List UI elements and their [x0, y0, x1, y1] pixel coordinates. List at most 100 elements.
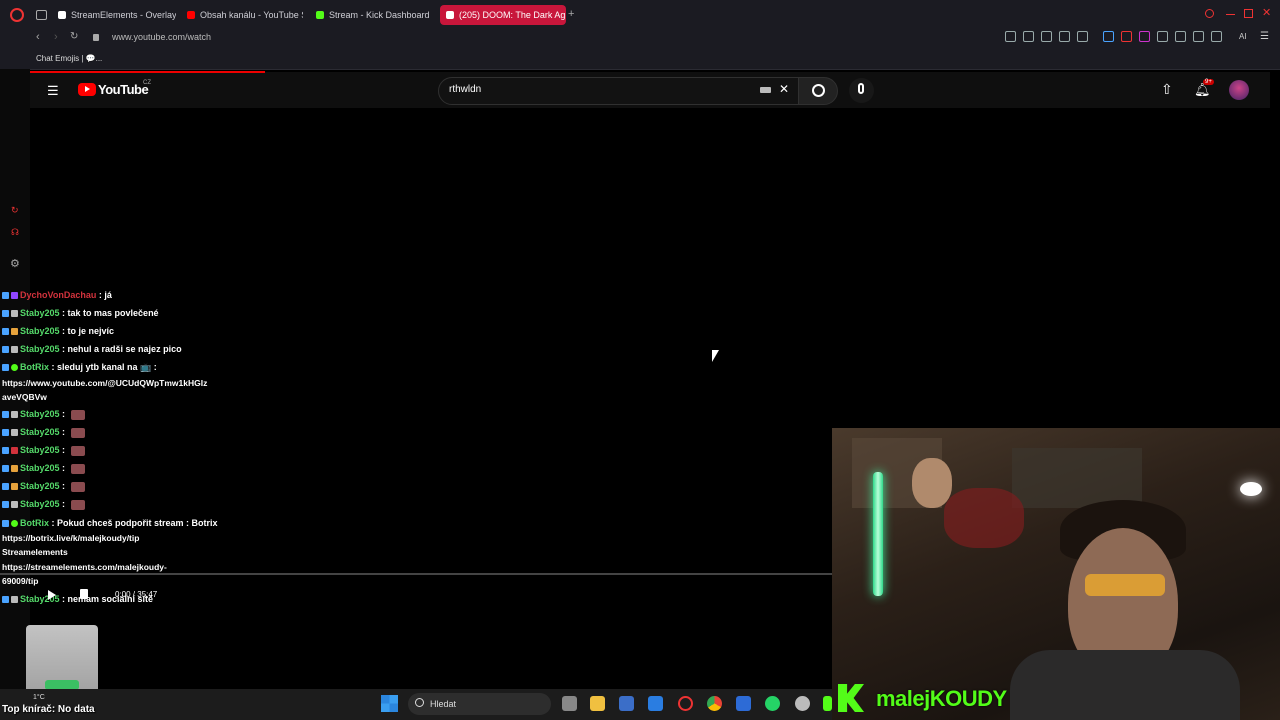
tab-overview-icon[interactable]	[36, 10, 47, 20]
avatar[interactable]	[1229, 80, 1249, 100]
minimize-button[interactable]	[1226, 14, 1235, 15]
video-progress-bar[interactable]	[0, 573, 832, 575]
play-button[interactable]	[48, 590, 56, 600]
streamelements-favicon-icon	[58, 11, 66, 19]
chat-badge-icon	[2, 346, 9, 354]
emote-icon	[70, 463, 85, 474]
chat-link[interactable]: 69009/tip	[2, 576, 38, 586]
chat-username: Staby205	[20, 308, 60, 318]
forward-icon[interactable]: ›	[54, 31, 58, 43]
toolbar-ai-label[interactable]: AI	[1239, 32, 1247, 41]
shield-icon[interactable]	[1041, 31, 1052, 42]
chat-badge-icon	[2, 411, 9, 419]
tab-label: Obsah kanálu - YouTube S	[200, 10, 303, 20]
chat-badge-icon	[2, 310, 9, 318]
snapshot-icon[interactable]	[1023, 31, 1034, 42]
tab-streamelements[interactable]: StreamElements - Overlay	[58, 5, 176, 25]
tab-youtube-studio[interactable]: Obsah kanálu - YouTube S	[187, 5, 303, 25]
chat-username: Staby205	[20, 499, 60, 509]
sub-badge-icon	[11, 501, 18, 509]
youtube-favicon-icon	[446, 11, 454, 19]
chat-username: Staby205	[20, 409, 60, 419]
tab-kick-dashboard[interactable]: Stream - Kick Dashboard	[316, 5, 434, 25]
kick-app-icon[interactable]	[823, 696, 832, 711]
chat-text: : sleduj ytb kanal na 📺 :	[49, 362, 157, 372]
voice-search-button[interactable]	[849, 78, 874, 103]
lightsaber-lamp	[873, 472, 883, 596]
task-view-icon[interactable]	[562, 696, 577, 711]
maximize-button[interactable]	[1244, 9, 1253, 18]
menu-icon[interactable]: ☰	[1260, 31, 1269, 42]
chat-separator: :	[59, 481, 68, 491]
search-tabs-icon[interactable]	[1205, 9, 1214, 18]
chat-message: Staby205 :	[2, 499, 85, 510]
pin-icon[interactable]	[1005, 31, 1016, 42]
volume-icon[interactable]	[80, 589, 88, 599]
weather-temp[interactable]: 1°C	[33, 694, 45, 701]
search-icon	[415, 698, 424, 707]
chat-link[interactable]: https://streamelements.com/malejkoudy-	[2, 562, 167, 572]
new-tab-button[interactable]: +	[568, 8, 574, 20]
tab-label: Stream - Kick Dashboard	[329, 10, 430, 20]
lock-icon	[93, 34, 99, 41]
back-icon[interactable]: ‹	[36, 31, 40, 43]
chat-username: BotRix	[20, 362, 49, 372]
chat-separator: :	[59, 463, 68, 473]
chat-badge-icon	[2, 429, 9, 437]
chatgpt-icon[interactable]	[795, 696, 810, 711]
opera-taskbar-icon[interactable]	[678, 696, 693, 711]
close-window-button[interactable]: ✕	[1262, 6, 1271, 19]
whatsapp-icon[interactable]	[765, 696, 780, 711]
search-query-text[interactable]: rthwldn	[449, 84, 481, 95]
start-button-icon[interactable]	[381, 695, 398, 712]
chat-username: Staby205	[20, 481, 60, 491]
chat-link[interactable]: https://botrix.live/k/malejkoudy/tip	[2, 533, 139, 543]
share-icon[interactable]	[1211, 31, 1222, 42]
clear-search-icon[interactable]: ✕	[779, 82, 789, 96]
url-field[interactable]: www.youtube.com/watch	[112, 32, 211, 42]
extension-icon[interactable]	[1139, 31, 1150, 42]
puzzle-icon[interactable]	[1175, 31, 1186, 42]
upload-icon[interactable]: ⇧	[1161, 81, 1173, 98]
settings-icon[interactable]: ⚙	[10, 257, 20, 270]
chat-text: : Pokud chceš podpořit stream : Botrix	[49, 518, 218, 528]
aria-icon[interactable]: ☊	[11, 227, 19, 238]
search-input[interactable]	[438, 77, 800, 105]
emote-icon	[70, 499, 85, 510]
extension-icon[interactable]	[1157, 31, 1168, 42]
bookmark-chat-emojis[interactable]: Chat Emojis | 💬...	[36, 54, 102, 63]
play-icon[interactable]	[1059, 31, 1070, 42]
chat-username: Staby205	[20, 445, 60, 455]
chat-badge-icon	[2, 483, 9, 491]
download-icon[interactable]	[1193, 31, 1204, 42]
chat-message: Staby205 :	[2, 463, 85, 474]
chat-message: Staby205 :	[2, 409, 85, 420]
chat-link[interactable]: aveVQBVw	[2, 392, 47, 402]
extension-icon[interactable]	[1121, 31, 1132, 42]
reload-icon[interactable]: ↻	[70, 31, 78, 42]
photos-icon[interactable]	[736, 696, 751, 711]
keyboard-icon[interactable]	[760, 87, 771, 93]
chat-link[interactable]: https://www.youtube.com/@UCUdQWpTmw1kHGI…	[2, 378, 207, 388]
youtube-logo-text[interactable]: YouTube	[98, 82, 149, 97]
search-button[interactable]	[798, 77, 838, 105]
chat-badge-icon	[2, 465, 9, 473]
outlook-icon[interactable]	[648, 696, 663, 711]
tab-youtube-doom[interactable]: (205) DOOM: The Dark Ag	[440, 5, 566, 25]
sub-badge-icon	[11, 429, 18, 437]
file-explorer-icon[interactable]	[590, 696, 605, 711]
chat-message: Staby205 : to je nejvíc	[2, 326, 114, 336]
heart-icon[interactable]	[1077, 31, 1088, 42]
guide-menu-icon[interactable]: ☰	[47, 83, 59, 99]
opera-logo-icon[interactable]	[10, 8, 24, 22]
chrome-icon[interactable]	[707, 696, 722, 711]
chat-message: Staby205 : nehul a radši se najez pico	[2, 344, 182, 354]
chat-username: Staby205	[20, 463, 60, 473]
extension-icon[interactable]	[1103, 31, 1114, 42]
history-icon[interactable]: ↻	[11, 205, 19, 216]
store-icon[interactable]	[619, 696, 634, 711]
chat-separator: :	[59, 427, 68, 437]
page-load-progress	[30, 71, 265, 73]
tab-label: (205) DOOM: The Dark Ag	[459, 10, 566, 20]
chat-badge-icon	[2, 292, 9, 300]
